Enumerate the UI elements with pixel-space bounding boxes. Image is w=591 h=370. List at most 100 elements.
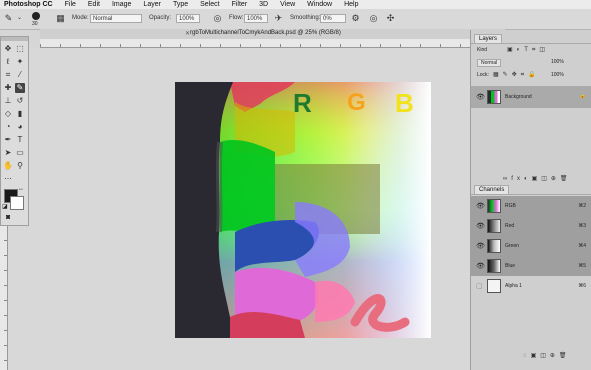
opacity-label: Opacity:: [149, 15, 172, 21]
layer-opacity-input[interactable]: 100%: [551, 59, 564, 65]
menu-type[interactable]: Type: [167, 1, 194, 8]
brush-tool-icon[interactable]: ✎: [3, 13, 14, 24]
magic-wand-tool-icon[interactable]: ✦: [15, 57, 25, 67]
default-colors-icon[interactable]: ◪: [2, 203, 8, 210]
opacity-input[interactable]: 100%: [176, 14, 200, 23]
menu-image[interactable]: Image: [106, 1, 137, 8]
menu-filter[interactable]: Filter: [226, 1, 254, 8]
canvas-artwork: R G B: [175, 82, 431, 338]
tool-preset-chevron-icon[interactable]: ⌄: [14, 13, 25, 24]
lasso-tool-icon[interactable]: ℓ: [3, 57, 13, 67]
channel-eye-icon[interactable]: 👁: [476, 262, 485, 270]
channel-name: Blue: [505, 263, 516, 269]
channel-shortcut: ⌘2: [578, 203, 586, 209]
channel-name: Green: [505, 243, 519, 249]
menu-window[interactable]: Window: [301, 1, 338, 8]
channels-bottom-icons[interactable]: ◌▣◫⊕🗑: [523, 352, 571, 359]
brush-size-label: 30: [32, 21, 38, 27]
channel-thumbnail: [487, 239, 501, 253]
flow-label: Flow:: [229, 15, 244, 21]
lock-label: Lock:: [477, 72, 489, 78]
layer-row-background[interactable]: 👁 Background 🔒: [471, 86, 591, 108]
brush-settings-icon[interactable]: ▦: [55, 13, 66, 24]
channel-shortcut: ⌘4: [578, 243, 586, 249]
layer-visibility-eye-icon[interactable]: 👁: [476, 93, 485, 101]
airbrush-icon[interactable]: ✈: [273, 13, 284, 24]
channel-row-rgb[interactable]: 👁 RGB ⌘2: [471, 196, 591, 216]
channel-thumbnail: [487, 259, 501, 273]
blend-mode-select[interactable]: Normal: [477, 59, 502, 67]
channel-row-alpha[interactable]: ▢ Alpha 1 ⌘6: [471, 276, 591, 296]
layers-tab[interactable]: Layers: [474, 34, 503, 43]
menu-edit[interactable]: Edit: [82, 1, 106, 8]
path-selection-tool-icon[interactable]: ➤: [3, 148, 13, 158]
lock-icons[interactable]: ▦✎✥⌗🔒: [493, 71, 540, 79]
pen-tool-icon[interactable]: ✒: [3, 135, 13, 145]
eraser-tool-icon[interactable]: ◇: [3, 109, 13, 119]
channel-thumbnail: [487, 219, 501, 233]
layers-bottom-icons[interactable]: ∞fx◐▣◫⊕🗑: [503, 175, 572, 182]
channel-eye-icon[interactable]: 👁: [476, 242, 485, 250]
channel-row-red[interactable]: 👁 Red ⌘3: [471, 216, 591, 236]
edit-toolbar-icon[interactable]: ⋯: [3, 174, 13, 184]
channels-tab[interactable]: Channels: [474, 185, 510, 194]
eyedropper-tool-icon[interactable]: ⁄: [15, 70, 25, 80]
smoothing-label: Smoothing:: [290, 15, 321, 21]
menu-layer[interactable]: Layer: [137, 1, 167, 8]
menu-file[interactable]: File: [59, 1, 82, 8]
marquee-tool-icon[interactable]: ⬚: [15, 44, 25, 54]
canvas[interactable]: R G B: [175, 82, 431, 338]
mode-select[interactable]: Normal: [90, 14, 142, 23]
brush-tool-active-icon[interactable]: ✎: [15, 83, 25, 93]
move-tool-icon[interactable]: ✥: [3, 44, 13, 54]
menu-view[interactable]: View: [274, 1, 301, 8]
menu-bar: Photoshop CC File Edit Image Layer Type …: [0, 0, 591, 9]
tools-panel-header[interactable]: [1, 37, 28, 41]
channel-eye-icon[interactable]: 👁: [476, 222, 485, 230]
options-bar: ✎ ⌄ 30 ▦ Mode: Normal Opacity: 100% ◎ Fl…: [0, 9, 591, 30]
hand-tool-icon[interactable]: ✋: [3, 161, 13, 171]
layer-filter-icons[interactable]: ▣◐T⌗◫: [507, 46, 549, 54]
channels-tab-divider: [471, 194, 591, 195]
channel-eye-hidden-icon[interactable]: ▢: [476, 282, 483, 290]
quick-mask-icon[interactable]: ◙: [6, 214, 10, 221]
ruler-vertical[interactable]: [0, 226, 8, 370]
channel-row-green[interactable]: 👁 Green ⌘4: [471, 236, 591, 256]
shape-tool-icon[interactable]: ▭: [15, 148, 25, 158]
channel-row-blue[interactable]: 👁 Blue ⌘5: [471, 256, 591, 276]
channel-name: Red: [505, 223, 515, 229]
pressure-size-icon[interactable]: ◎: [368, 13, 379, 24]
smoothing-input[interactable]: 0%: [320, 14, 346, 23]
layer-fill-input[interactable]: 100%: [551, 72, 564, 78]
clone-stamp-tool-icon[interactable]: ⊥: [3, 96, 13, 106]
brush-preview-icon[interactable]: [32, 12, 40, 20]
history-brush-tool-icon[interactable]: ↺: [15, 96, 25, 106]
channel-shortcut: ⌘5: [578, 263, 586, 269]
zoom-tool-icon[interactable]: ⚲: [15, 161, 25, 171]
ruler-horizontal[interactable]: [40, 39, 504, 48]
menu-3d[interactable]: 3D: [253, 1, 274, 8]
symmetry-icon[interactable]: ✣: [385, 13, 396, 24]
channel-name: RGB: [505, 203, 516, 209]
blur-tool-icon[interactable]: ◔: [3, 122, 13, 132]
flow-input[interactable]: 100%: [244, 14, 268, 23]
smoothing-settings-icon[interactable]: ⚙: [350, 13, 361, 24]
filter-kind-select[interactable]: Kind: [477, 47, 487, 53]
menu-select[interactable]: Select: [194, 1, 225, 8]
pressure-opacity-icon[interactable]: ◎: [212, 13, 223, 24]
healing-brush-tool-icon[interactable]: ✚: [3, 83, 13, 93]
swap-colors-icon[interactable]: ↔: [18, 186, 24, 192]
dodge-tool-icon[interactable]: ◕: [15, 122, 25, 132]
layers-tab-divider: [471, 43, 591, 44]
app-menu[interactable]: Photoshop CC: [0, 1, 59, 8]
background-color-swatch[interactable]: [10, 196, 24, 210]
layer-name: Background: [505, 94, 532, 100]
gradient-tool-icon[interactable]: ▮: [15, 109, 25, 119]
layer-thumbnail: [487, 90, 501, 104]
panels-dock: Layers Kind ▣◐T⌗◫ Normal 100% Lock: ▦✎✥⌗…: [470, 30, 591, 370]
crop-tool-icon[interactable]: ⌗: [3, 70, 13, 80]
menu-help[interactable]: Help: [338, 1, 364, 8]
channel-name: Alpha 1: [505, 283, 522, 289]
channel-eye-icon[interactable]: 👁: [476, 202, 485, 210]
type-tool-icon[interactable]: T: [15, 135, 25, 145]
